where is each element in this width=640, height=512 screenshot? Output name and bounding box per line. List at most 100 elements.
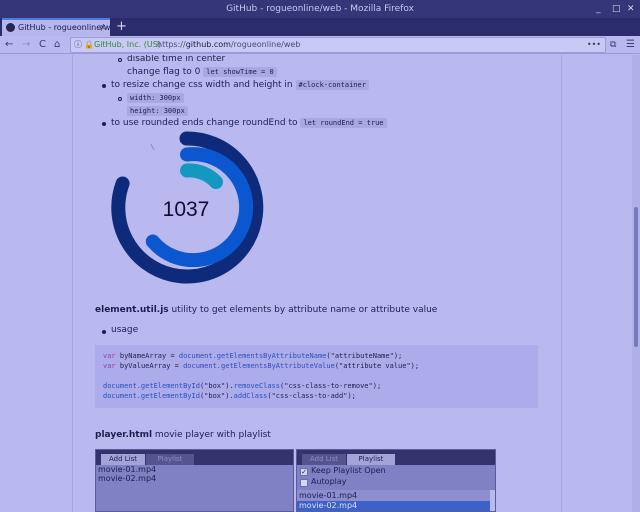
code-keyword: var [103,362,116,370]
list-bullet [102,84,106,88]
code-arg: ("css-class-to-remove"); [280,382,382,390]
player-desc: movie player with playlist [154,430,271,440]
code-method: addClass [233,392,268,400]
autoplay-checkbox[interactable] [300,479,308,487]
minimize-button[interactable]: _ [596,0,601,18]
reload-button[interactable]: C [39,37,46,53]
playlist-item[interactable]: movie-01.mp4 [299,491,357,500]
url-bar[interactable]: ⓘ 🔒 GitHub, Inc. (US) https://github.com… [70,37,606,53]
scrollbar-thumb[interactable] [634,207,638,347]
home-button[interactable]: ⌂ [54,37,60,53]
playlist: movie-01.mp4 movie-02.mp4 [297,490,491,511]
page-actions-icon[interactable]: ••• [587,38,601,52]
code-function: document.getElementById [103,382,200,390]
window-title: GitHub - rogueonline/web - Mozilla Firef… [226,4,414,14]
player-heading: player.html movie player with playlist [95,430,271,440]
url-text[interactable]: https://github.com/rogueonline/web [157,38,300,52]
code-clock-container: #clock-container [295,80,369,90]
code-arg: ("attribute value"); [334,362,420,370]
text-resize: to resize change css width and height in… [111,80,369,90]
text-width: width: 300px [127,93,184,103]
code-var: byValueArray = [115,362,184,370]
window-titlebar: GitHub - rogueonline/web - Mozilla Firef… [0,0,640,18]
url-host: github.com [185,40,231,49]
code-arg: ("attributeName"); [326,352,403,360]
code-function: document.getElementById [103,392,200,400]
player-right: Add List Playlist ✓ Keep Playlist Open A… [296,449,496,512]
keep-open-label: Keep Playlist Open [311,466,386,475]
tab-add-list[interactable]: Add List [101,454,145,465]
list-bullet [102,330,106,334]
code-function: document.getElementsByAttributeValue [183,362,335,370]
file-item[interactable]: movie-01.mp4 [98,465,156,474]
keep-open-checkbox[interactable]: ✓ [300,468,308,476]
change-flag-label: change flag to 0 [127,67,201,77]
code-arg: ("css-class-to-add"); [267,392,356,400]
code-height: height: 300px [127,106,188,116]
github-favicon-icon [6,23,15,32]
code-block: var byNameArray = document.getElementsBy… [95,345,538,408]
file-item[interactable]: movie-02.mp4 [98,474,156,483]
player-tabs: Add List Playlist [96,450,293,465]
page-scrollbar[interactable] [632,55,640,512]
page-content: disable time in center change flag to 0 … [0,55,640,512]
code-arg: ("box"). [199,392,234,400]
element-util-title: element.util.js [95,305,169,315]
tab-strip: GitHub - rogueonline/w ✕ + [0,18,640,36]
list-bullet [118,58,122,62]
ev-certificate-label[interactable]: GitHub, Inc. (US) [94,38,161,52]
player-title: player.html [95,430,153,440]
new-tab-button[interactable]: + [116,18,127,35]
clock-widget: 1037 [111,131,264,284]
tab-add-list[interactable]: Add List [302,454,346,465]
code-show-time: let showTime = 0 [203,67,277,77]
list-bullet [118,97,122,101]
round-end-label: to use rounded ends change roundEnd to [111,118,298,128]
code-method: removeClass [233,382,281,390]
clock-value: 1037 [163,198,210,221]
inner-ring-arc [180,163,223,189]
usage-label: usage [111,325,139,335]
url-path: /rogueonline/web [230,40,301,49]
back-button[interactable]: ← [5,37,13,53]
playlist-item-selected[interactable]: movie-02.mp4 [299,501,357,510]
playlist-scrollbar[interactable] [490,490,495,511]
text-round-end: to use rounded ends change roundEnd to l… [111,118,387,128]
extension-icon[interactable]: ⧉ [610,37,616,53]
code-round-end: let roundEnd = true [300,118,387,128]
code-function: document.getElementsByAttributeName [178,352,327,360]
code-keyword: var [103,352,116,360]
maximize-button[interactable]: □ [612,0,621,18]
info-icon[interactable]: ⓘ [74,38,82,52]
clock-tick-mark [150,143,155,151]
tab-playlist[interactable]: Playlist [146,454,194,465]
tab-playlist[interactable]: Playlist [347,454,395,465]
content-border-left [72,55,73,512]
code-line-4: document.getElementById("box").addClass(… [103,391,530,401]
url-prefix: https:// [157,40,186,49]
player-left: Add List Playlist movie-01.mp4 movie-02.… [95,449,294,512]
navigation-bar: ← → C ⌂ ⓘ 🔒 GitHub, Inc. (US) https://gi… [0,36,640,54]
code-line-2: var byValueArray = document.getElementsB… [103,361,530,371]
forward-button[interactable]: → [22,37,30,53]
element-util-desc: utility to get elements by attribute nam… [171,305,438,315]
tab-github[interactable]: GitHub - rogueonline/w ✕ [2,18,110,36]
code-line-3: document.getElementById("box").removeCla… [103,381,530,391]
element-util-heading: element.util.js utility to get elements … [95,305,437,315]
tab-close-icon[interactable]: ✕ [99,20,106,35]
code-line-1: var byNameArray = document.getElementsBy… [103,351,530,361]
menu-icon[interactable]: ☰ [626,37,635,53]
code-width: width: 300px [127,93,184,103]
resize-label: to resize change css width and height in [111,80,293,90]
code-arg: ("box"). [199,382,234,390]
autoplay-label: Autoplay [311,477,347,486]
text-height: height: 300px [127,106,188,116]
close-window-button[interactable]: ✕ [627,0,635,18]
text-change-flag: change flag to 0 let showTime = 0 [127,67,277,77]
tab-title: GitHub - rogueonline/w [18,23,110,32]
code-var: byNameArray = [115,352,179,360]
player-tabs: Add List Playlist [297,450,495,465]
list-bullet [102,122,106,126]
text-disable-time: disable time in center [127,55,226,64]
